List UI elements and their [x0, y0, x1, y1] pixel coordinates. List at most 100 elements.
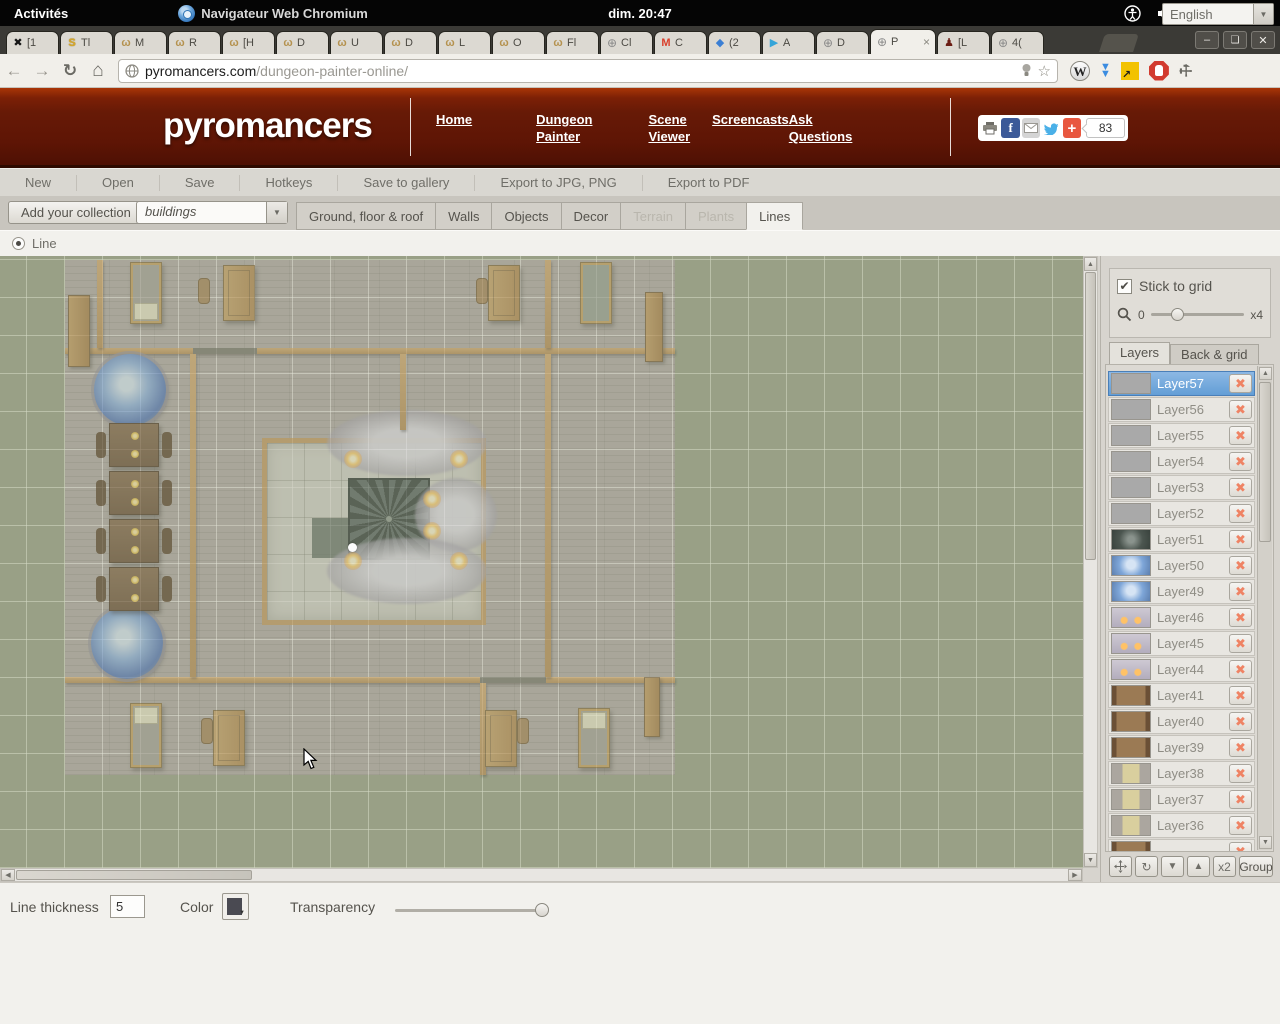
browser-tab[interactable]: P × — [870, 29, 936, 54]
browser-tab[interactable]: C — [654, 31, 707, 54]
scrollbar-thumb[interactable] — [1085, 272, 1096, 560]
group-button[interactable]: Group — [1239, 856, 1273, 877]
scroll-right-icon[interactable]: ▶ — [1068, 869, 1082, 881]
delete-layer-button[interactable]: ✖ — [1229, 426, 1252, 445]
layer-up-button[interactable]: ▲ — [1187, 856, 1210, 877]
wikipedia-extension-icon[interactable]: W — [1070, 61, 1090, 81]
tab-close-button[interactable]: × — [923, 36, 930, 48]
layer-row[interactable]: Layer40 ✖ — [1108, 709, 1255, 734]
lightbulb-icon[interactable] — [1021, 63, 1032, 78]
scroll-down-icon[interactable]: ▼ — [1084, 853, 1097, 867]
chevron-down-icon[interactable]: ▼ — [1253, 4, 1273, 24]
layer-row[interactable]: Layer51 ✖ — [1108, 527, 1255, 552]
window-close-button[interactable] — [1251, 31, 1275, 49]
delete-layer-button[interactable]: ✖ — [1229, 530, 1252, 549]
rotate-layer-button[interactable]: ↻ — [1135, 856, 1158, 877]
move-layer-button[interactable] — [1109, 856, 1132, 877]
layer-row[interactable]: Layer53 ✖ — [1108, 475, 1255, 500]
site-logo[interactable]: pyromancers — [163, 106, 372, 146]
address-bar[interactable]: pyromancers.com/dungeon-painter-online/ … — [118, 59, 1058, 83]
delete-layer-button[interactable]: ✖ — [1229, 504, 1252, 523]
accessibility-icon[interactable] — [1124, 5, 1141, 22]
site-nav-link[interactable]: Home — [436, 111, 472, 145]
adblock-extension-icon[interactable] — [1149, 61, 1169, 81]
layer-row[interactable]: Layer39 ✖ — [1108, 735, 1255, 760]
browser-tab[interactable]: [1 — [6, 31, 59, 54]
delete-layer-button[interactable]: ✖ — [1229, 400, 1252, 419]
browser-tab[interactable]: M — [114, 31, 167, 54]
layer-row[interactable]: Layer57 ✖ — [1108, 371, 1255, 396]
delete-layer-button[interactable]: ✖ — [1229, 556, 1252, 575]
twitter-icon[interactable] — [1042, 118, 1060, 138]
layer-row[interactable]: Layer38 ✖ — [1108, 761, 1255, 786]
layer-row[interactable]: Layer56 ✖ — [1108, 397, 1255, 422]
layer-row[interactable]: Layer49 ✖ — [1108, 579, 1255, 604]
layer-row[interactable]: Layer37 ✖ — [1108, 787, 1255, 812]
layer-down-button[interactable]: ▼ — [1161, 856, 1184, 877]
color-picker-button[interactable]: ▼ — [222, 893, 249, 920]
delete-layer-button[interactable]: ✖ — [1229, 608, 1252, 627]
category-tab[interactable]: Walls — [435, 202, 491, 230]
browser-tab[interactable]: O — [492, 31, 545, 54]
browser-tab[interactable]: 4( — [991, 31, 1044, 54]
layer-row[interactable]: ✖ — [1108, 839, 1255, 852]
canvas-vertical-scrollbar[interactable]: ▲ ▼ — [1083, 256, 1098, 868]
home-button[interactable]: ⌂ — [84, 60, 112, 82]
facebook-icon[interactable]: f — [1001, 118, 1019, 138]
chevron-down-icon[interactable]: ▼ — [266, 202, 287, 223]
browser-tab[interactable]: D — [816, 31, 869, 54]
bookmark-star-icon[interactable]: ☆ — [1038, 62, 1051, 80]
print-icon[interactable] — [981, 118, 999, 138]
activities-button[interactable]: Activités — [0, 6, 82, 21]
delete-layer-button[interactable]: ✖ — [1229, 686, 1252, 705]
map-canvas[interactable] — [0, 256, 1083, 868]
delete-layer-button[interactable]: ✖ — [1229, 452, 1252, 471]
stick-to-grid-checkbox[interactable]: ✔ — [1117, 279, 1132, 294]
browser-tab[interactable]: Tl — [60, 31, 113, 54]
site-nav-link[interactable]: Screencasts — [712, 111, 789, 145]
delete-layer-button[interactable]: ✖ — [1229, 816, 1252, 835]
delete-layer-button[interactable]: ✖ — [1229, 478, 1252, 497]
zoom-slider-knob[interactable] — [1171, 308, 1184, 321]
browser-tab[interactable]: U — [330, 31, 383, 54]
reload-button[interactable]: ↻ — [56, 61, 84, 81]
browser-tab[interactable]: L — [438, 31, 491, 54]
scroll-up-icon[interactable]: ▲ — [1259, 367, 1272, 380]
transparency-slider[interactable] — [395, 909, 543, 912]
delete-layer-button[interactable]: ✖ — [1229, 764, 1252, 783]
delete-layer-button[interactable]: ✖ — [1229, 738, 1252, 757]
layer-list-scrollbar[interactable]: ▲ ▼ — [1257, 366, 1272, 850]
layer-row[interactable]: Layer41 ✖ — [1108, 683, 1255, 708]
layer-row[interactable]: Layer52 ✖ — [1108, 501, 1255, 526]
line-thickness-input[interactable] — [110, 895, 145, 918]
layer-row[interactable]: Layer45 ✖ — [1108, 631, 1255, 656]
panel-tab[interactable]: Layers — [1109, 342, 1170, 365]
site-nav-link[interactable]: Scene Viewer — [648, 111, 690, 145]
browser-tab[interactable]: D — [384, 31, 437, 54]
collection-combo[interactable]: buildings ▼ — [136, 201, 288, 224]
delete-layer-button[interactable]: ✖ — [1229, 634, 1252, 653]
category-tab[interactable]: Plants — [685, 202, 746, 230]
download-extension-icon[interactable] — [1100, 64, 1111, 78]
category-tab[interactable]: Objects — [491, 202, 560, 230]
category-tab[interactable]: Decor — [561, 202, 621, 230]
layer-row[interactable]: Layer54 ✖ — [1108, 449, 1255, 474]
delete-layer-button[interactable]: ✖ — [1229, 790, 1252, 809]
layer-row[interactable]: Layer55 ✖ — [1108, 423, 1255, 448]
zoom-slider[interactable] — [1151, 313, 1245, 316]
layer-row[interactable]: Layer46 ✖ — [1108, 605, 1255, 630]
browser-tab[interactable]: Fl — [546, 31, 599, 54]
layer-row[interactable]: Layer36 ✖ — [1108, 813, 1255, 838]
add-collection-button[interactable]: Add your collection — [8, 201, 144, 224]
forward-button[interactable]: → — [28, 61, 56, 81]
scroll-down-icon[interactable]: ▼ — [1259, 836, 1272, 849]
window-maximize-button[interactable] — [1223, 31, 1247, 49]
layer-row[interactable]: Layer44 ✖ — [1108, 657, 1255, 682]
browser-tab[interactable]: R — [168, 31, 221, 54]
browser-tab[interactable]: A — [762, 31, 815, 54]
delete-layer-button[interactable]: ✖ — [1229, 660, 1252, 679]
panel-tab[interactable]: Back & grid — [1170, 344, 1258, 365]
delete-layer-button[interactable]: ✖ — [1229, 842, 1252, 852]
browser-tab[interactable]: Cl — [600, 31, 653, 54]
delete-layer-button[interactable]: ✖ — [1229, 712, 1252, 731]
